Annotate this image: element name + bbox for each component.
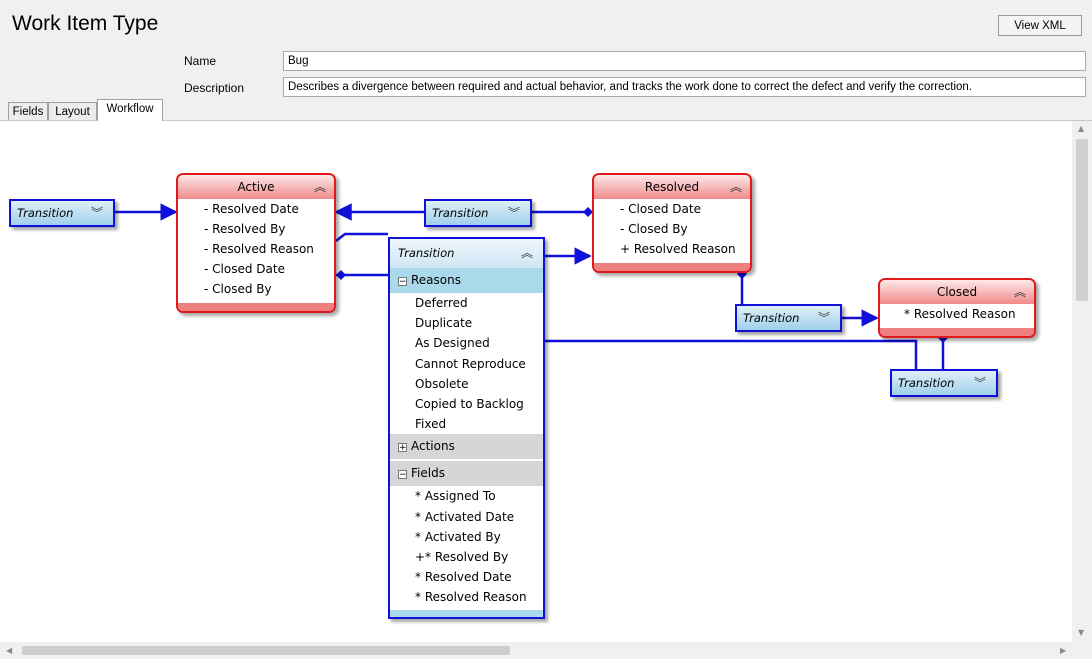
state-title: Active: [237, 180, 275, 194]
connector-reactivate-entry: [335, 232, 388, 242]
vertical-scroll-thumb[interactable]: [1076, 139, 1088, 301]
horizontal-scrollbar[interactable]: ◀ ▶: [0, 642, 1092, 659]
state-field: + Resolved Reason: [620, 242, 736, 256]
state-resolved[interactable]: Resolved ︽ - Closed Date - Closed By + R…: [592, 173, 752, 273]
transition-label: Transition: [17, 206, 74, 220]
reasons-label: Reasons: [411, 273, 461, 287]
transition-footer: [390, 610, 543, 617]
reason-item: Copied to Backlog: [415, 396, 524, 411]
reasons-section-header[interactable]: − Reasons: [390, 268, 543, 293]
state-field: * Resolved Reason: [904, 307, 1016, 321]
double-chevron-up-icon[interactable]: ︽: [314, 175, 326, 199]
state-footer: [880, 328, 1034, 336]
field-item: * Assigned To: [415, 489, 496, 504]
scroll-down-icon[interactable]: ▼: [1078, 628, 1084, 637]
actions-label: Actions: [411, 439, 455, 454]
double-chevron-down-icon[interactable]: ︾: [818, 306, 830, 330]
horizontal-scroll-thumb[interactable]: [22, 646, 510, 655]
name-field[interactable]: Bug: [283, 51, 1086, 71]
field-item: * Activated Date: [415, 509, 515, 524]
state-title: Resolved: [644, 180, 700, 194]
transition-active-to-resolved-expanded[interactable]: Transition ︽ − Reasons Deferred Duplicate…: [388, 237, 545, 619]
work-item-type-header: Work Item Type View XML Name Bug Descrip…: [0, 0, 1092, 121]
transition-label: Transition: [432, 206, 489, 220]
transition-label: Transition: [898, 376, 955, 390]
state-field: - Resolved Date: [204, 202, 299, 216]
state-active-header: Active ︽: [178, 175, 334, 199]
transition-initial[interactable]: Transition ︾: [9, 199, 115, 227]
transition-header: Transition ︽: [390, 239, 543, 268]
state-resolved-header: Resolved ︽: [594, 175, 750, 199]
state-field: - Resolved Reason: [204, 242, 314, 256]
fields-section-header[interactable]: − Fields: [390, 461, 543, 487]
scroll-left-icon[interactable]: ◀: [6, 646, 12, 655]
tab-workflow[interactable]: Workflow: [97, 99, 163, 121]
page-title: Work Item Type: [12, 12, 159, 35]
workflow-canvas[interactable]: Active ︽ - Resolved Date - Resolved By -…: [0, 121, 1072, 642]
name-label: Name: [184, 54, 217, 68]
state-active[interactable]: Active ︽ - Resolved Date - Resolved By -…: [176, 173, 336, 313]
field-item: * Resolved Date: [415, 570, 512, 585]
state-field: - Closed Date: [204, 262, 285, 276]
transition-title: Transition: [398, 246, 455, 260]
fields-label: Fields: [411, 466, 445, 481]
transition-closed-to-active[interactable]: Transition ︾: [890, 369, 998, 397]
state-closed-header: Closed ︽: [880, 280, 1034, 304]
state-footer: [178, 303, 334, 311]
minus-box-icon[interactable]: −: [398, 277, 407, 287]
state-field: - Resolved By: [204, 222, 286, 236]
reason-item: Obsolete: [415, 376, 469, 391]
reason-item: Duplicate: [415, 316, 473, 331]
state-field: - Closed By: [620, 222, 688, 236]
tab-fields[interactable]: Fields: [8, 102, 48, 120]
field-item: * Activated By: [415, 529, 501, 544]
vertical-scrollbar[interactable]: ▲ ▼: [1072, 121, 1092, 642]
reason-item: Deferred: [415, 296, 468, 310]
field-item: +* Resolved By: [415, 549, 509, 564]
description-field[interactable]: Describes a divergence between required …: [283, 77, 1086, 97]
double-chevron-up-icon[interactable]: ︽: [521, 239, 533, 268]
scroll-up-icon[interactable]: ▲: [1078, 124, 1084, 133]
double-chevron-up-icon[interactable]: ︽: [1014, 280, 1026, 304]
transition-resolved-to-active[interactable]: Transition ︾: [424, 199, 532, 227]
state-field: - Closed By: [204, 282, 272, 296]
reason-item: As Designed: [415, 336, 490, 351]
connector-closed-return: [545, 339, 918, 369]
state-footer: [594, 263, 750, 271]
double-chevron-down-icon[interactable]: ︾: [974, 371, 986, 395]
state-closed[interactable]: Closed ︽ * Resolved Reason: [878, 278, 1036, 338]
scroll-right-icon[interactable]: ▶: [1060, 646, 1066, 655]
transition-resolved-to-closed[interactable]: Transition ︾: [735, 304, 842, 332]
plus-box-icon[interactable]: +: [398, 443, 407, 453]
diamond-active-source: [336, 270, 346, 280]
minus-box-icon[interactable]: −: [398, 470, 407, 480]
double-chevron-down-icon[interactable]: ︾: [508, 201, 520, 225]
state-field: - Closed Date: [620, 202, 701, 216]
reason-item: Fixed: [415, 417, 447, 432]
double-chevron-up-icon[interactable]: ︽: [730, 175, 742, 199]
view-xml-button[interactable]: View XML: [998, 15, 1082, 36]
transition-label: Transition: [743, 311, 800, 325]
actions-section-header[interactable]: + Actions: [390, 434, 543, 460]
state-title: Closed: [936, 285, 978, 299]
double-chevron-down-icon[interactable]: ︾: [91, 201, 103, 225]
tab-layout[interactable]: Layout: [48, 102, 97, 120]
field-item: * Resolved Reason: [415, 590, 527, 605]
reason-item: Cannot Reproduce: [415, 356, 526, 371]
description-label: Description: [184, 81, 245, 95]
